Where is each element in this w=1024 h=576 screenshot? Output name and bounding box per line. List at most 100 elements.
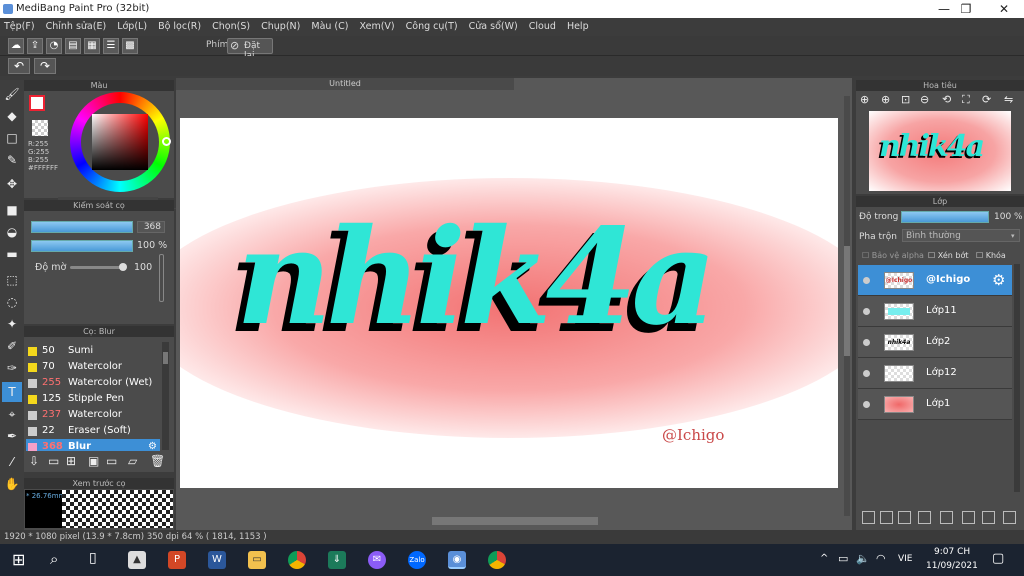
flip-icon[interactable]: ⇋ bbox=[1004, 93, 1013, 106]
zoom-in-icon[interactable]: ⊕ bbox=[860, 93, 869, 106]
select-tool-icon[interactable]: ⬚ bbox=[2, 270, 22, 290]
menu-color[interactable]: Màu (C) bbox=[307, 18, 352, 35]
layer-row-selected[interactable]: @Ichigo @Ichigo ⚙ bbox=[858, 265, 1012, 296]
windows-start-icon[interactable]: ⊞ bbox=[12, 550, 25, 569]
brush-item-selected[interactable]: 368 Blur ⚙ bbox=[26, 439, 160, 451]
fullscreen-icon[interactable]: ⛶ bbox=[962, 93, 970, 107]
layer-opacity-slider[interactable] bbox=[901, 211, 989, 223]
brush-item[interactable]: 237 Watercolor bbox=[26, 407, 160, 423]
menu-window[interactable]: Cửa sổ(W) bbox=[465, 18, 522, 35]
folder-open-icon[interactable]: ▱ bbox=[128, 454, 137, 468]
visibility-icon[interactable] bbox=[863, 339, 870, 346]
menu-filter[interactable]: Bộ lọc(R) bbox=[154, 18, 205, 35]
dotpen-tool-icon[interactable]: ✎ bbox=[2, 150, 22, 170]
undo-icon[interactable]: ↶ bbox=[8, 58, 30, 74]
visibility-icon[interactable] bbox=[863, 401, 870, 408]
lock-checkbox[interactable]: ☐ Khóa bbox=[976, 251, 1006, 260]
delete-layer-icon[interactable] bbox=[1003, 511, 1016, 524]
menu-snap[interactable]: Chụp(N) bbox=[257, 18, 304, 35]
photos-icon[interactable]: ▲ bbox=[128, 551, 146, 569]
clipping-checkbox[interactable]: ☐ Xén bớt bbox=[928, 251, 968, 260]
powerpoint-icon[interactable]: P bbox=[168, 551, 186, 569]
menu-cloud[interactable]: Cloud bbox=[525, 18, 560, 35]
menu-file[interactable]: Tệp(F) bbox=[0, 18, 39, 35]
reset-button[interactable]: ⊘ Đặt lại bbox=[227, 38, 273, 61]
visibility-icon[interactable] bbox=[863, 370, 870, 377]
eyedropper-tool-icon[interactable]: ⁄ bbox=[2, 452, 22, 472]
brush-size-slider[interactable] bbox=[31, 221, 133, 233]
brush-list-scrollbar[interactable] bbox=[162, 342, 169, 450]
page-icon[interactable]: ▦ bbox=[84, 38, 100, 54]
eraser-tool-icon[interactable]: ◆ bbox=[2, 106, 22, 126]
brush-item[interactable]: 50 Sumi bbox=[26, 343, 160, 359]
rotate-left-icon[interactable]: ⟲ bbox=[942, 93, 951, 106]
transparent-color-swatch[interactable] bbox=[32, 120, 48, 136]
new-8bit-layer-icon[interactable] bbox=[898, 511, 911, 524]
upload-icon[interactable]: ⇪ bbox=[27, 38, 43, 54]
brush-tool-icon[interactable]: 🖌 bbox=[2, 84, 22, 104]
show-hidden-icons[interactable]: ^ bbox=[820, 553, 828, 564]
hue-wheel[interactable] bbox=[70, 92, 171, 192]
hue-handle[interactable] bbox=[162, 137, 171, 146]
trash-icon[interactable]: 🗑 bbox=[150, 454, 165, 468]
clock-date[interactable]: 11/09/2021 bbox=[926, 561, 978, 571]
lasso-tool-icon[interactable]: ◌ bbox=[2, 292, 22, 312]
rotate-right-icon[interactable]: ⟳ bbox=[982, 93, 991, 106]
select-eraser-tool-icon[interactable]: ✑ bbox=[2, 358, 22, 378]
menu-tools[interactable]: Công cụ(T) bbox=[402, 18, 462, 35]
brush-item[interactable]: 255 Watercolor (Wet) bbox=[26, 375, 160, 391]
menu-edit[interactable]: Chỉnh sửa(E) bbox=[42, 18, 111, 35]
fit-window-icon[interactable]: ⊡ bbox=[901, 93, 910, 106]
messenger-icon[interactable]: ✉ bbox=[368, 551, 386, 569]
list-icon[interactable]: ☰ bbox=[103, 38, 119, 54]
visibility-icon[interactable] bbox=[863, 308, 870, 315]
chat-icon[interactable]: ▤ bbox=[65, 38, 81, 54]
navigator-preview[interactable]: nhik4a bbox=[869, 111, 1011, 191]
layer-folder-icon[interactable] bbox=[940, 511, 953, 524]
horizontal-scrollbar[interactable] bbox=[432, 517, 598, 525]
brush-settings-icon[interactable]: ▣ bbox=[88, 454, 99, 468]
merge-layer-icon[interactable] bbox=[982, 511, 995, 524]
bucket-tool-icon[interactable]: ◒ bbox=[2, 222, 22, 242]
rect-tool-icon[interactable]: □ bbox=[2, 128, 22, 148]
notification-icon[interactable]: ▢ bbox=[992, 551, 1004, 566]
cloud-download-icon[interactable]: ⇩ bbox=[29, 454, 39, 468]
battery-icon[interactable]: ▭ bbox=[838, 552, 848, 565]
select-pen-tool-icon[interactable]: ✐ bbox=[2, 336, 22, 356]
brush-size-value[interactable]: 368 bbox=[137, 221, 165, 233]
new-brush-icon[interactable]: ▭ bbox=[48, 454, 59, 468]
blur-slider[interactable] bbox=[70, 263, 127, 271]
brush-item[interactable]: 125 Stipple Pen bbox=[26, 391, 160, 407]
gradient-tool-icon[interactable]: ▬ bbox=[2, 244, 22, 264]
chrome-icon[interactable] bbox=[288, 551, 306, 569]
hand-tool-icon[interactable]: ✋ bbox=[2, 474, 22, 494]
menu-help[interactable]: Help bbox=[563, 18, 593, 35]
document-tab[interactable]: Untitled bbox=[176, 78, 514, 90]
zalo-icon[interactable]: Zalo bbox=[408, 551, 426, 569]
foreground-color-swatch[interactable] bbox=[29, 95, 45, 111]
zoom-out-icon[interactable]: ⊖ bbox=[920, 93, 929, 106]
gear-icon[interactable]: ⚙ bbox=[992, 271, 1005, 289]
redo-icon[interactable]: ↷ bbox=[34, 58, 56, 74]
menu-select[interactable]: Chọn(S) bbox=[208, 18, 254, 35]
layer-row[interactable]: Lớp11 bbox=[858, 296, 1012, 327]
word-icon[interactable]: W bbox=[208, 551, 226, 569]
new-halftone-layer-icon[interactable] bbox=[880, 511, 893, 524]
medibang-icon[interactable]: ◉ bbox=[448, 551, 466, 569]
brush-item[interactable]: 70 Watercolor bbox=[26, 359, 160, 375]
clock-time[interactable]: 9:07 CH bbox=[934, 547, 970, 557]
gear-icon[interactable]: ⚙ bbox=[148, 439, 157, 451]
zoom-in-alt-icon[interactable]: ⊕ bbox=[881, 93, 890, 106]
search-icon[interactable]: ⌕ bbox=[50, 550, 58, 568]
text-tool-icon[interactable]: T bbox=[2, 382, 22, 402]
task-view-icon[interactable]: ▯ bbox=[89, 550, 97, 566]
brush-opacity-slider[interactable] bbox=[31, 240, 133, 252]
cloud-icon[interactable]: ☁ bbox=[8, 38, 24, 54]
visibility-icon[interactable] bbox=[863, 277, 870, 284]
wifi-icon[interactable]: ◠ bbox=[876, 552, 886, 565]
drawing-canvas[interactable]: nhik4a nhik4a @Ichigo bbox=[180, 118, 838, 488]
comment-icon[interactable]: ◔ bbox=[46, 38, 62, 54]
layer-scrollbar[interactable] bbox=[1014, 264, 1020, 492]
divide-tool-icon[interactable]: ✒ bbox=[2, 426, 22, 446]
vertical-scrollbar[interactable] bbox=[844, 96, 850, 516]
